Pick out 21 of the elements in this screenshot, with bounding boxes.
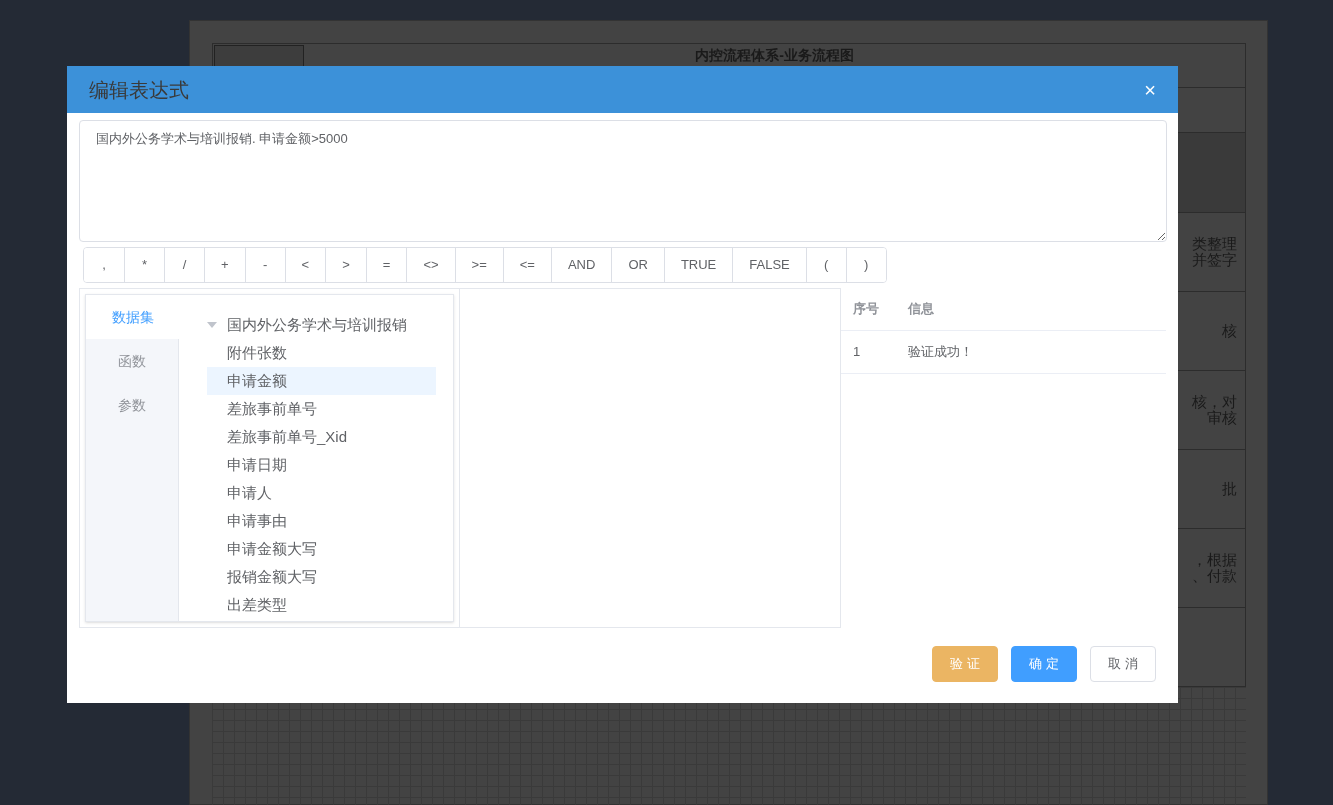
tree-item[interactable]: 差旅事前单号_Xid bbox=[207, 423, 436, 451]
tree-item[interactable]: 附件张数 bbox=[207, 339, 436, 367]
dialog-title: 编辑表达式 bbox=[89, 77, 189, 103]
table-cell-text: 1 bbox=[852, 343, 862, 362]
close-button[interactable]: × bbox=[1144, 79, 1156, 100]
dialog-button[interactable]: 取 消 bbox=[1090, 646, 1156, 682]
column-header: 序号 bbox=[852, 300, 880, 319]
tree-item[interactable]: 申请事由 bbox=[207, 507, 436, 535]
tree-item[interactable]: 国内外公务学术与培训报销 bbox=[207, 311, 436, 339]
tree-item[interactable]: 申请人 bbox=[207, 479, 436, 507]
operator-button[interactable]: ) bbox=[845, 248, 886, 282]
tree-item[interactable]: 差旅事前单号 bbox=[207, 395, 436, 423]
tree-item[interactable]: 报销金额大写 bbox=[207, 563, 436, 591]
column-header: 信息 bbox=[908, 300, 935, 319]
tree-item[interactable]: 申请日期 bbox=[207, 451, 436, 479]
tree-item[interactable]: 出差类型 bbox=[207, 591, 436, 619]
table-cell-text: 验证成功！ bbox=[908, 343, 974, 362]
expression-field[interactable]: 国内外公务学术与培训报销. 申请金额>5000 bbox=[79, 120, 1167, 242]
tree-label: 国内外公务学术与培训报销 bbox=[227, 314, 407, 335]
tree-item[interactable]: 申请金额 bbox=[207, 367, 436, 395]
tree-item[interactable]: 申请金额大写 bbox=[207, 535, 436, 563]
